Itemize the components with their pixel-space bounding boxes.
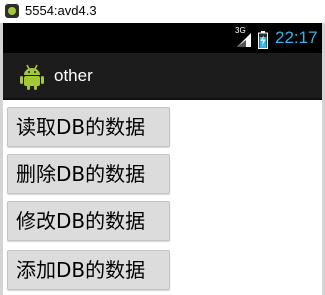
read-db-data-button[interactable]: 读取DB的数据 — [7, 107, 170, 147]
battery-charging-icon — [258, 31, 268, 49]
add-db-data-button[interactable]: 添加DB的数据 — [7, 250, 170, 290]
status-clock: 22:17 — [275, 28, 318, 47]
action-bar-title: other — [54, 66, 93, 85]
signal-strength-icon — [237, 33, 251, 47]
delete-db-data-button[interactable]: 删除DB的数据 — [7, 154, 170, 194]
action-bar: other — [3, 53, 322, 100]
android-robot-icon[interactable] — [19, 63, 45, 91]
android-emulator-icon — [5, 4, 19, 18]
update-db-data-button[interactable]: 修改DB的数据 — [7, 201, 170, 241]
window-title-bar[interactable]: 5554:avd4.3 — [0, 0, 325, 23]
device-screen: 3G 22:17 other 读取DB的数据 删除DB的数据 修改DB的数据 添… — [3, 23, 322, 295]
window-title: 5554:avd4.3 — [25, 3, 97, 18]
content-area: 读取DB的数据 删除DB的数据 修改DB的数据 添加DB的数据 — [3, 100, 322, 295]
status-bar: 3G 22:17 — [3, 23, 322, 53]
